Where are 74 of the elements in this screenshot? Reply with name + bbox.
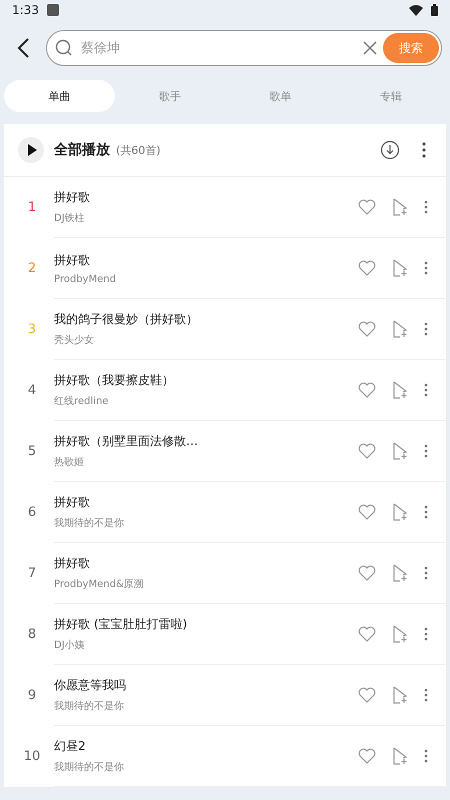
tab[interactable]: 单曲 (4, 80, 114, 112)
back-icon (16, 37, 30, 59)
more-icon[interactable] (424, 322, 428, 336)
song-rank: 4 (26, 382, 38, 398)
heart-icon[interactable] (358, 199, 376, 215)
song-artist: 秃头少女 (54, 334, 95, 347)
song-rank: 1 (26, 200, 38, 214)
song-rank: 7 (26, 566, 38, 580)
song-rank: 8 (26, 626, 38, 642)
more-icon[interactable] (424, 627, 428, 641)
heart-icon[interactable] (358, 382, 376, 398)
song-artist: 我期待的不是你 (54, 516, 125, 530)
heart-icon[interactable] (358, 443, 376, 459)
heart-icon[interactable] (358, 687, 376, 703)
status-time: 1:33 (12, 3, 39, 17)
song-artist: DJ铁柱 (54, 212, 86, 225)
song-artist: ProdbyMend&原溯 (54, 578, 145, 591)
heart-icon[interactable] (358, 748, 376, 764)
song-artist: DJ小姨 (54, 638, 86, 652)
song-title[interactable]: 你愿意等我吗 (54, 677, 342, 694)
more-icon[interactable] (424, 749, 428, 763)
more-icon[interactable] (424, 383, 428, 397)
song-title[interactable]: 拼好歌 (54, 252, 342, 268)
song-rank: 5 (26, 444, 38, 458)
notification-icon (46, 4, 59, 16)
add-to-playlist-icon[interactable] (392, 625, 408, 643)
heart-icon[interactable] (358, 504, 376, 520)
heart-icon[interactable] (358, 565, 376, 581)
search-icon (55, 39, 73, 57)
add-to-playlist-icon[interactable] (392, 442, 408, 460)
song-rank: 6 (26, 504, 38, 520)
add-to-playlist-icon[interactable] (392, 198, 408, 216)
song-rank: 3 (26, 322, 38, 336)
play-icon (27, 144, 37, 156)
wifi-icon (409, 4, 423, 16)
add-to-playlist-icon[interactable] (392, 686, 408, 704)
add-to-playlist-icon[interactable] (392, 747, 408, 765)
song-artist: 我期待的不是你 (54, 760, 125, 774)
song-artist: ProdbyMend (54, 274, 117, 284)
more-icon[interactable] (424, 505, 428, 519)
clear-icon[interactable] (363, 41, 377, 55)
play-all-label: 全部播放 (54, 141, 110, 159)
add-to-playlist-icon[interactable] (392, 381, 408, 399)
battery-icon (431, 4, 438, 16)
heart-icon[interactable] (358, 626, 376, 642)
song-artist: 我期待的不是你 (54, 700, 125, 713)
play-all-button[interactable] (18, 137, 44, 163)
add-to-playlist-icon[interactable] (392, 503, 408, 521)
add-to-playlist-icon[interactable] (392, 259, 408, 277)
download-icon[interactable] (380, 140, 400, 160)
song-artist: 红线redline (54, 394, 110, 408)
more-icon[interactable] (422, 142, 426, 158)
heart-icon[interactable] (358, 260, 376, 276)
song-title[interactable]: 拼好歌（我要擦皮鞋） (54, 372, 342, 389)
song-title[interactable]: 拼好歌 (54, 555, 342, 572)
more-icon[interactable] (424, 688, 428, 702)
song-title[interactable]: 拼好歌 (54, 494, 342, 511)
song-title[interactable]: 拼好歌 (54, 189, 342, 206)
song-rank: 2 (26, 260, 38, 276)
more-icon[interactable] (424, 200, 428, 214)
more-icon[interactable] (424, 444, 428, 458)
more-icon[interactable] (424, 566, 428, 580)
song-count: (共60首) (116, 142, 161, 158)
song-artist: 热歌姬 (54, 456, 85, 469)
add-to-playlist-icon[interactable] (392, 564, 408, 582)
song-title[interactable]: 拼好歌 (宝宝肚肚打雷啦) (54, 616, 342, 633)
song-title[interactable]: 幻昼2 (54, 738, 342, 755)
song-title[interactable]: 我的鸽子很曼妙（拼好歌） (54, 311, 342, 328)
song-rank: 9 (26, 688, 38, 702)
add-to-playlist-icon[interactable] (392, 320, 408, 338)
song-title[interactable]: 拼好歌（别墅里面法修散… (54, 433, 342, 450)
more-icon[interactable] (424, 261, 428, 275)
song-rank: 10 (22, 748, 42, 764)
heart-icon[interactable] (358, 321, 376, 337)
